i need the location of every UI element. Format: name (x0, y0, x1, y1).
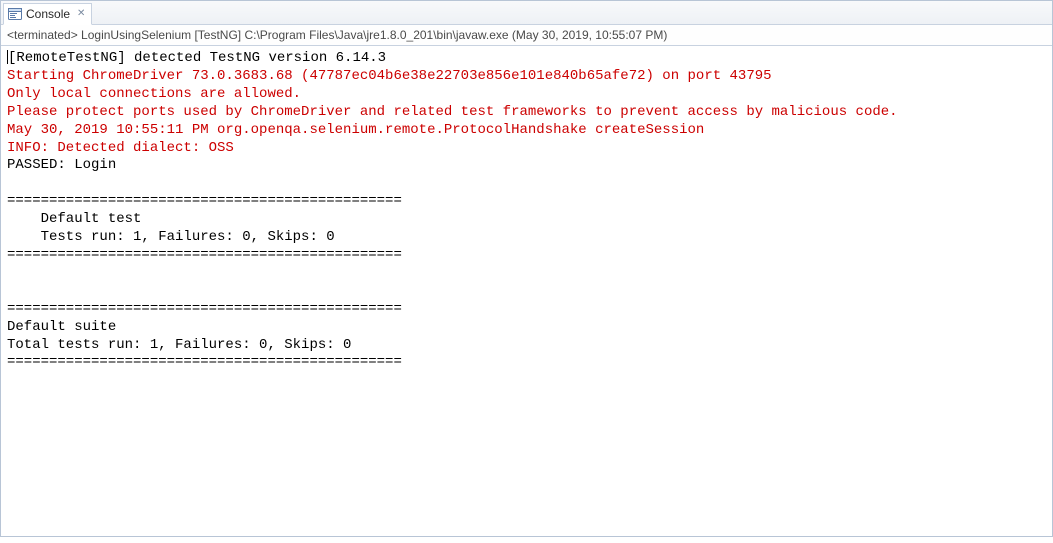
launch-info-text: <terminated> LoginUsingSelenium [TestNG]… (7, 28, 667, 42)
launch-info-bar: <terminated> LoginUsingSelenium [TestNG]… (1, 25, 1052, 46)
console-line: Default suite (7, 319, 1046, 337)
console-line: ========================================… (7, 247, 1046, 265)
tab-label: Console (26, 7, 70, 21)
console-view-container: Console ✕ <terminated> LoginUsingSeleniu… (0, 0, 1053, 537)
console-line: ========================================… (7, 354, 1046, 372)
console-line: Total tests run: 1, Failures: 0, Skips: … (7, 337, 1046, 355)
console-line (7, 265, 1046, 283)
console-line: May 30, 2019 10:55:11 PM org.openqa.sele… (7, 122, 1046, 140)
console-line (7, 175, 1046, 193)
console-line: Please protect ports used by ChromeDrive… (7, 104, 1046, 122)
console-line: Default test (7, 211, 1046, 229)
console-line: PASSED: Login (7, 157, 1046, 175)
console-line (7, 283, 1046, 301)
tab-console[interactable]: Console ✕ (3, 3, 92, 25)
console-line: Only local connections are allowed. (7, 86, 1046, 104)
console-line: ========================================… (7, 301, 1046, 319)
console-line: ========================================… (7, 193, 1046, 211)
console-line: Starting ChromeDriver 73.0.3683.68 (4778… (7, 68, 1046, 86)
tab-bar: Console ✕ (1, 1, 1052, 25)
console-icon (8, 8, 22, 20)
close-icon[interactable]: ✕ (77, 9, 85, 19)
console-output[interactable]: [RemoteTestNG] detected TestNG version 6… (1, 46, 1052, 536)
console-line: Tests run: 1, Failures: 0, Skips: 0 (7, 229, 1046, 247)
console-line: INFO: Detected dialect: OSS (7, 140, 1046, 158)
console-line: [RemoteTestNG] detected TestNG version 6… (7, 50, 1046, 68)
